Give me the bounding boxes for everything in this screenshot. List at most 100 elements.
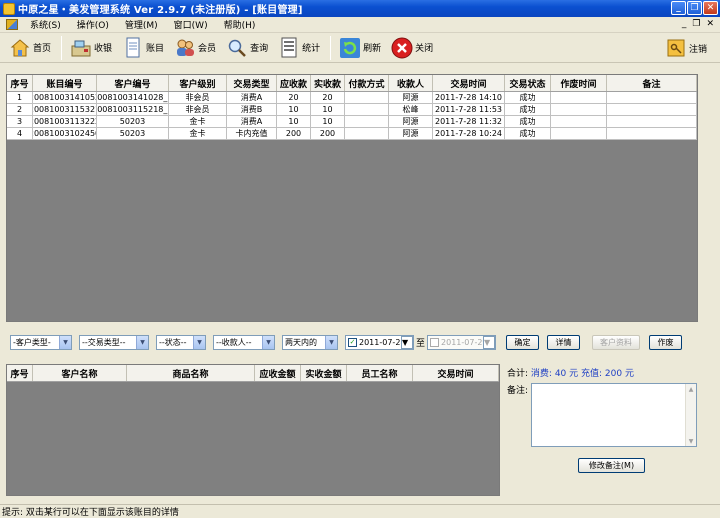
confirm-button[interactable]: 确定 — [506, 334, 540, 350]
col-header[interactable]: 实收款 — [311, 75, 345, 91]
cashier-button[interactable]: 收银 — [67, 35, 115, 61]
customer-type-value: -客户类型- — [13, 337, 51, 347]
cell: 成功 — [505, 128, 551, 139]
menu-system[interactable]: 系统(S) — [22, 18, 69, 31]
detail-grid[interactable]: 序号 客户名称 商品名称 应收金额 实收金额 员工名称 交易时间 — [6, 364, 500, 496]
accounts-grid-header: 序号 账目编号 客户编号 客户级别 交易类型 应收款 实收款 付款方式 收款人 … — [7, 75, 697, 92]
toolbar-separator — [330, 35, 332, 60]
home-label: 首页 — [33, 44, 52, 54]
menu-help[interactable]: 帮助(H) — [216, 18, 264, 31]
cell: 1 — [7, 92, 33, 103]
col-header[interactable]: 客户编号 — [97, 75, 169, 91]
maximize-button[interactable]: ❐ — [687, 1, 702, 15]
stats-button[interactable]: 统计 — [275, 35, 323, 61]
col-header[interactable]: 序号 — [7, 75, 33, 91]
chevron-down-icon[interactable]: ▼ — [401, 335, 413, 349]
cell: 消费A — [227, 92, 277, 103]
col-header[interactable]: 商品名称 — [127, 365, 255, 381]
cell: 20081003113222 — [33, 116, 97, 127]
col-header[interactable]: 序号 — [7, 365, 33, 381]
col-header[interactable]: 交易状态 — [505, 75, 551, 91]
customer-type-select[interactable]: -客户类型- ▼ — [10, 334, 72, 350]
title-bar: 中原之星・美发管理系统 Ver 2.9.7 (未注册版) - [账目管理] _ … — [0, 0, 720, 17]
edit-remark-button[interactable]: 修改备注(M) — [578, 458, 645, 473]
cell: 200 — [311, 128, 345, 139]
remark-textarea[interactable]: ▲ ▼ — [531, 383, 697, 447]
trade-type-select[interactable]: --交易类型-- ▼ — [79, 334, 149, 350]
table-row[interactable]: 1 20081003141052 20081003141028_B 非会员 消费… — [7, 92, 697, 104]
period-select[interactable]: 两天内的 ▼ — [282, 334, 338, 350]
chevron-down-icon[interactable]: ▼ — [193, 335, 205, 349]
col-header[interactable]: 应收金额 — [255, 365, 301, 381]
chevron-down-icon[interactable]: ▼ — [325, 335, 337, 349]
home-button[interactable]: 首页 — [6, 35, 54, 61]
table-row[interactable]: 3 20081003113222 50203 金卡 消费A 10 10 阿源 2… — [7, 116, 697, 128]
users-icon — [174, 37, 196, 59]
accounts-grid[interactable]: 序号 账目编号 客户编号 客户级别 交易类型 应收款 实收款 付款方式 收款人 … — [6, 74, 698, 322]
table-row[interactable]: 2 20081003115321 20081003115218_B 非会员 消费… — [7, 104, 697, 116]
col-header[interactable]: 收款人 — [389, 75, 433, 91]
menu-window[interactable]: 窗口(W) — [166, 18, 216, 31]
account-button[interactable]: 账目 — [119, 35, 167, 61]
refresh-button[interactable]: 刷新 — [336, 35, 384, 61]
close-window-button[interactable]: ✕ — [703, 1, 718, 15]
col-header[interactable]: 账目编号 — [33, 75, 97, 91]
date-to-picker[interactable]: 2011-07-29 ▼ — [427, 334, 497, 350]
cell: 2011-7-28 10:24 — [433, 128, 505, 139]
cell: 20 — [311, 92, 345, 103]
details-button[interactable]: 详情 — [547, 334, 581, 350]
chevron-down-icon[interactable]: ▼ — [136, 335, 148, 349]
scroll-down-icon[interactable]: ▼ — [687, 437, 695, 445]
chevron-down-icon[interactable]: ▼ — [262, 335, 274, 349]
mdi-restore-button[interactable]: ❐ — [692, 19, 700, 29]
cell — [551, 128, 607, 139]
cell: 2011-7-28 11:53 — [433, 104, 505, 115]
col-header[interactable]: 作废时间 — [551, 75, 607, 91]
status-select[interactable]: --状态-- ▼ — [156, 334, 206, 350]
mdi-minimize-button[interactable]: _ — [682, 19, 687, 29]
col-header[interactable]: 客户级别 — [169, 75, 227, 91]
cell: 10 — [277, 116, 311, 127]
menu-manage[interactable]: 管理(M) — [117, 18, 166, 31]
chevron-down-icon[interactable]: ▼ — [59, 335, 71, 349]
col-header[interactable]: 应收款 — [277, 75, 311, 91]
report-icon — [278, 37, 300, 59]
scroll-up-icon[interactable]: ▲ — [687, 385, 695, 393]
chevron-down-icon[interactable]: ▼ — [483, 335, 496, 349]
member-label: 会员 — [198, 44, 217, 54]
col-header[interactable]: 备注 — [607, 75, 697, 91]
col-header[interactable]: 员工名称 — [347, 365, 413, 381]
key-icon — [665, 37, 687, 59]
query-button[interactable]: 查询 — [223, 35, 271, 61]
date-from-checkbox[interactable]: ✓ — [348, 337, 357, 347]
date-to-checkbox[interactable] — [430, 337, 440, 347]
col-header[interactable]: 交易时间 — [413, 365, 499, 381]
close-button[interactable]: 关闭 — [388, 35, 436, 61]
col-header[interactable]: 实收金额 — [301, 365, 347, 381]
mdi-close-button[interactable]: ✕ — [706, 19, 714, 29]
remark-scrollbar[interactable]: ▲ ▼ — [685, 384, 696, 446]
logout-button[interactable]: 注销 — [662, 35, 710, 61]
col-header[interactable]: 交易类型 — [227, 75, 277, 91]
void-button[interactable]: 作废 — [649, 334, 683, 350]
cell: 成功 — [505, 104, 551, 115]
col-header[interactable]: 付款方式 — [345, 75, 389, 91]
menu-operation[interactable]: 操作(O) — [69, 18, 117, 31]
toolbar: 首页 收银 账目 会员 查询 统计 刷新 关闭 注销 — [0, 33, 720, 63]
date-to-value: 2011-07-29 — [441, 337, 488, 347]
window-controls: _ ❐ ✕ — [671, 1, 718, 15]
cell: 2011-7-28 11:32 — [433, 116, 505, 127]
payee-select[interactable]: --收款人-- ▼ — [213, 334, 275, 350]
mdi-child-icon[interactable] — [6, 19, 18, 30]
member-button[interactable]: 会员 — [171, 35, 219, 61]
filter-bar: -客户类型- ▼ --交易类型-- ▼ --状态-- ▼ --收款人-- ▼ 两… — [10, 334, 710, 350]
customer-info-button[interactable]: 客户资料 — [592, 334, 641, 350]
cell — [345, 92, 389, 103]
cell: 2011-7-28 14:10 — [433, 92, 505, 103]
minimize-button[interactable]: _ — [671, 1, 686, 15]
menu-bar: 系统(S) 操作(O) 管理(M) 窗口(W) 帮助(H) _ ❐ ✕ — [0, 17, 720, 33]
col-header[interactable]: 客户名称 — [33, 365, 127, 381]
date-from-picker[interactable]: ✓ 2011-07-28 ▼ — [345, 334, 414, 350]
col-header[interactable]: 交易时间 — [433, 75, 505, 91]
table-row[interactable]: 4 20081003102450 50203 金卡 卡内充值 200 200 阿… — [7, 128, 697, 140]
